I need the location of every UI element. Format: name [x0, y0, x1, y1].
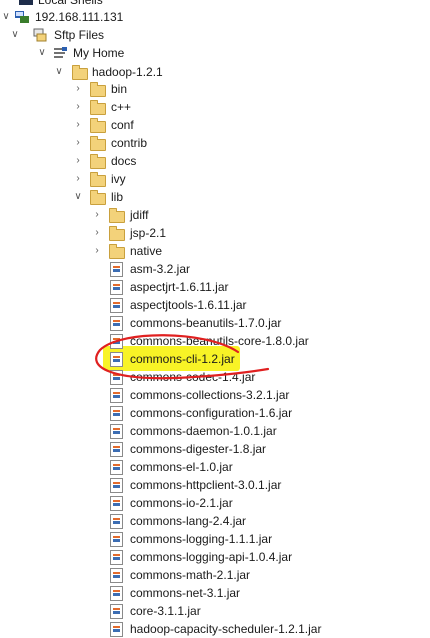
home-folder-icon	[52, 45, 68, 61]
folder-icon	[108, 207, 125, 223]
jar-file-label: commons-lang-2.4.jar	[130, 514, 247, 528]
jar-file-label: aspectjrt-1.6.11.jar	[130, 280, 229, 294]
jar-file-icon	[108, 495, 124, 511]
tree-node-label: c++	[111, 100, 132, 114]
jar-file-label: commons-logging-api-1.0.4.jar	[130, 550, 293, 564]
jar-file-label: commons-el-1.0.jar	[130, 460, 233, 474]
jar-file-icon	[108, 315, 124, 331]
folder-open-icon	[71, 64, 88, 80]
jar-file-icon	[108, 513, 124, 529]
jar-file-label: commons-httpclient-3.0.1.jar	[130, 478, 282, 492]
jar-file-icon	[108, 351, 124, 367]
folder-icon	[89, 153, 106, 169]
jar-file-icon	[108, 477, 124, 493]
chevron-down-icon[interactable]: ∨	[36, 44, 48, 62]
jar-file-label: commons-digester-1.8.jar	[130, 442, 267, 456]
chevron-right-icon[interactable]: ›	[72, 80, 84, 98]
sftp-icon	[32, 27, 48, 43]
chevron-right-icon[interactable]: ›	[72, 98, 84, 116]
jar-file-label: commons-math-2.1.jar	[130, 568, 251, 582]
jar-file-label: commons-codec-1.4.jar	[130, 370, 256, 384]
jar-file-icon	[108, 621, 124, 637]
jar-file-icon	[108, 585, 124, 601]
chevron-right-icon[interactable]: ›	[72, 170, 84, 188]
jar-file-label: asm-3.2.jar	[130, 262, 191, 276]
jar-file-icon	[108, 387, 124, 403]
tree-node-label: jsp-2.1	[130, 226, 167, 240]
tree-node-label: lib	[111, 190, 124, 204]
chevron-right-icon[interactable]: ›	[72, 152, 84, 170]
tree-node-label: native	[130, 244, 163, 258]
jar-file-label: commons-net-3.1.jar	[130, 586, 241, 600]
jar-file-icon	[108, 333, 124, 349]
jar-file-icon	[108, 423, 124, 439]
jar-file-label: commons-configuration-1.6.jar	[130, 406, 293, 420]
chevron-right-icon[interactable]: ›	[91, 242, 103, 260]
chevron-right-icon[interactable]: ›	[91, 224, 103, 242]
jar-file-label: commons-beanutils-1.7.0.jar	[130, 316, 282, 330]
tree-node-label: hadoop-1.2.1	[92, 65, 163, 79]
jar-file-label: commons-beanutils-core-1.8.0.jar	[130, 334, 309, 348]
tree-node-label: jdiff	[130, 208, 149, 222]
folder-open-icon	[89, 189, 106, 205]
jar-file-label: commons-collections-3.2.1.jar	[130, 388, 290, 402]
jar-file-icon	[108, 369, 124, 385]
jar-file-icon	[108, 459, 124, 475]
jar-file-label: commons-daemon-1.0.1.jar	[130, 424, 277, 438]
tree-node-label: docs	[111, 154, 137, 168]
tree-node-label: conf	[111, 118, 134, 132]
jar-file-label: hadoop-capacity-scheduler-1.2.1.jar	[130, 622, 322, 636]
jar-file-icon	[108, 441, 124, 457]
jar-file-icon	[108, 567, 124, 583]
tree-node-label: Sftp Files	[54, 28, 105, 42]
jar-file-label: core-3.1.1.jar	[130, 604, 201, 618]
jar-file-icon	[108, 297, 124, 313]
jar-file-icon	[108, 549, 124, 565]
jar-file-label: commons-cli-1.2.jar	[130, 352, 235, 366]
folder-icon	[89, 135, 106, 151]
tree-node-label: contrib	[111, 136, 148, 150]
tree-node-label: ivy	[111, 172, 126, 186]
chevron-right-icon[interactable]: ›	[91, 206, 103, 224]
terminal-icon	[18, 0, 34, 8]
chevron-down-icon[interactable]: ∨	[72, 188, 84, 206]
chevron-right-icon[interactable]: ›	[72, 116, 84, 134]
tree-node-label: bin	[111, 82, 128, 96]
jar-file-label: commons-logging-1.1.1.jar	[130, 532, 273, 546]
folder-icon	[89, 99, 106, 115]
jar-file-icon	[108, 279, 124, 295]
folder-icon	[108, 225, 125, 241]
folder-icon	[108, 243, 125, 259]
jar-file-icon	[108, 261, 124, 277]
chevron-down-icon[interactable]: ∨	[53, 63, 65, 81]
tree-node-label: 192.168.111.131	[35, 10, 124, 24]
chevron-right-icon[interactable]: ›	[72, 134, 84, 152]
chevron-down-icon[interactable]: ∨	[0, 8, 12, 26]
folder-icon	[89, 171, 106, 187]
jar-file-icon	[108, 405, 124, 421]
jar-file-label: aspectjtools-1.6.11.jar	[130, 298, 247, 312]
network-host-icon	[14, 9, 30, 25]
folder-icon	[89, 117, 106, 133]
tree-node-label: My Home	[73, 46, 125, 60]
jar-file-icon	[108, 531, 124, 547]
folder-icon	[89, 81, 106, 97]
jar-file-label: commons-io-2.1.jar	[130, 496, 233, 510]
jar-file-icon	[108, 603, 124, 619]
chevron-down-icon[interactable]: ∨	[9, 26, 21, 44]
